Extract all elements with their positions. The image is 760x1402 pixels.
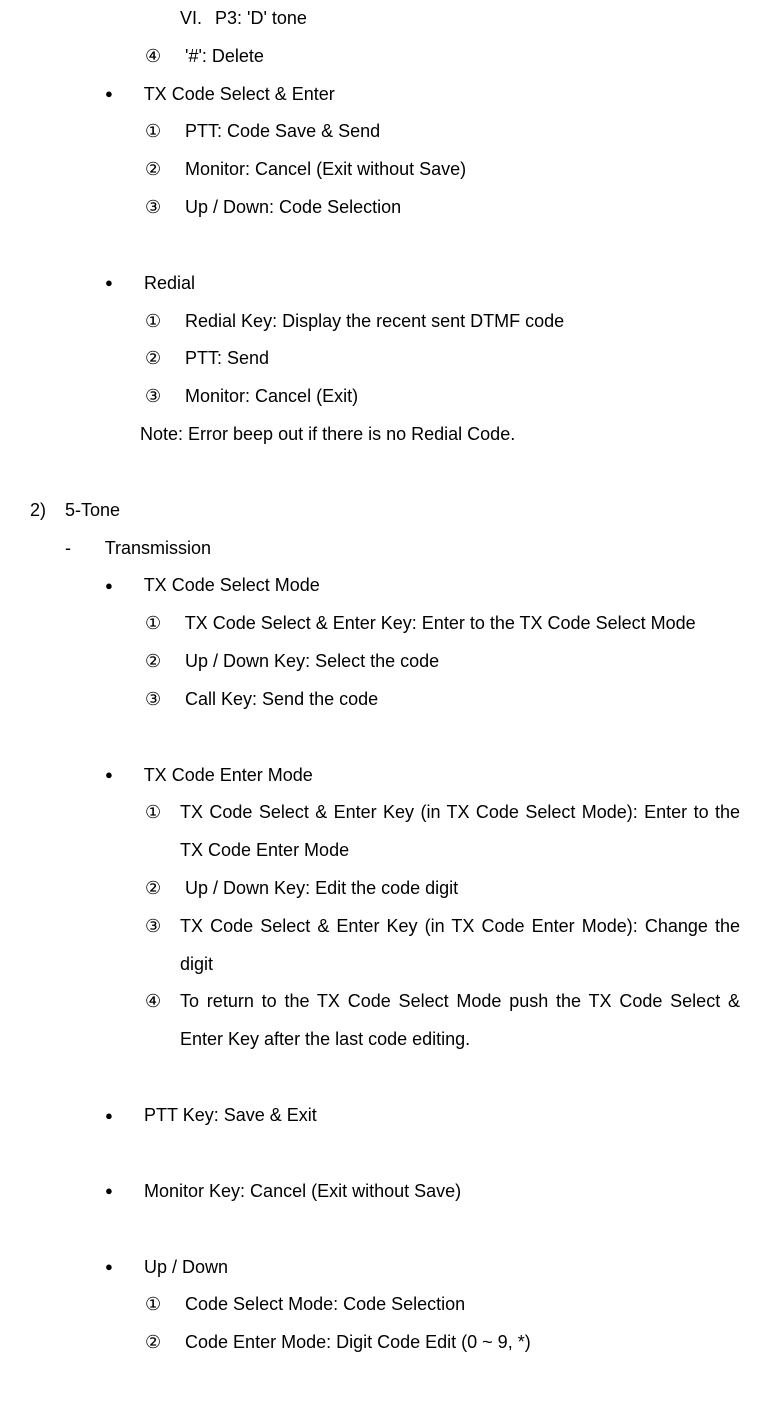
- text: Redial: [144, 273, 195, 293]
- text: To return to the TX Code Select Mode pus…: [180, 983, 740, 1059]
- text: Up / Down Key: Edit the code digit: [185, 878, 458, 898]
- list-item-bullet: ● Up / Down: [20, 1249, 740, 1287]
- list-item-circled: ③ TX Code Select & Enter Key (in TX Code…: [20, 908, 740, 984]
- list-item-circled: ① Code Select Mode: Code Selection: [20, 1286, 740, 1324]
- list-item-bullet: ● TX Code Enter Mode: [20, 757, 740, 795]
- list-item-circled: ③ Monitor: Cancel (Exit): [20, 378, 740, 416]
- spacer: [20, 454, 740, 492]
- bullet-icon: ●: [105, 1102, 139, 1129]
- list-item-circled: ① Redial Key: Display the recent sent DT…: [20, 303, 740, 341]
- list-item-circled: ③ Up / Down: Code Selection: [20, 189, 740, 227]
- text: PTT: Code Save & Send: [185, 121, 380, 141]
- list-item-bullet: ● TX Code Select Mode: [20, 567, 740, 605]
- note-text: Note: Error beep out if there is no Redi…: [20, 416, 740, 454]
- bullet-icon: ●: [105, 80, 139, 107]
- list-item-bullet: ● TX Code Select & Enter: [20, 76, 740, 114]
- marker: 2): [30, 492, 60, 530]
- list-item-circled: ② Monitor: Cancel (Exit without Save): [20, 151, 740, 189]
- marker: ②: [145, 1324, 180, 1362]
- text: Note: Error beep out if there is no Redi…: [140, 424, 515, 444]
- list-item-circled: ④ To return to the TX Code Select Mode p…: [20, 983, 740, 1059]
- bullet-icon: ●: [105, 572, 139, 599]
- marker: ①: [145, 1286, 180, 1324]
- marker: ①: [145, 605, 180, 643]
- list-item-circled: ② PTT: Send: [20, 340, 740, 378]
- marker: ④: [145, 38, 180, 76]
- bullet-icon: ●: [105, 269, 139, 296]
- text: P3: 'D' tone: [215, 8, 307, 28]
- spacer: [20, 719, 740, 757]
- list-item-circled: ① PTT: Code Save & Send: [20, 113, 740, 151]
- text: Monitor Key: Cancel (Exit without Save): [144, 1181, 461, 1201]
- list-item-dash: - Transmission: [20, 530, 740, 568]
- list-item-circled: ① TX Code Select & Enter Key (in TX Code…: [20, 794, 740, 870]
- marker: ②: [145, 340, 180, 378]
- spacer: [20, 1059, 740, 1097]
- marker: -: [65, 530, 100, 568]
- text: TX Code Select Mode: [144, 575, 320, 595]
- marker: ③: [145, 378, 180, 416]
- marker: ①: [145, 113, 180, 151]
- text: TX Code Select & Enter Key (in TX Code E…: [180, 908, 740, 984]
- marker: ③: [145, 189, 180, 227]
- text: PTT: Send: [185, 348, 269, 368]
- list-item-circled: ② Up / Down Key: Edit the code digit: [20, 870, 740, 908]
- text: Up / Down Key: Select the code: [185, 651, 439, 671]
- text: TX Code Select & Enter: [144, 84, 335, 104]
- text: 5-Tone: [65, 500, 120, 520]
- text: Monitor: Cancel (Exit without Save): [185, 159, 466, 179]
- list-item-circled: ① TX Code Select & Enter Key: Enter to t…: [20, 605, 740, 643]
- marker: ③: [145, 681, 180, 719]
- list-item-roman: VI. P3: 'D' tone: [20, 0, 740, 38]
- text: '#': Delete: [185, 46, 264, 66]
- marker: ①: [145, 303, 180, 341]
- text: Transmission: [105, 538, 211, 558]
- spacer: [20, 1135, 740, 1173]
- list-item-bullet: ● Monitor Key: Cancel (Exit without Save…: [20, 1173, 740, 1211]
- spacer: [20, 227, 740, 265]
- marker: ②: [145, 870, 180, 908]
- list-item-numbered: 2) 5-Tone: [20, 492, 740, 530]
- list-item-circled: ② Code Enter Mode: Digit Code Edit (0 ~ …: [20, 1324, 740, 1362]
- text: Call Key: Send the code: [185, 689, 378, 709]
- marker: VI.: [180, 0, 210, 38]
- spacer: [20, 1211, 740, 1249]
- text: PTT Key: Save & Exit: [144, 1105, 317, 1125]
- text: TX Code Select & Enter Key (in TX Code S…: [180, 794, 740, 870]
- marker: ②: [145, 643, 180, 681]
- text: Code Select Mode: Code Selection: [185, 1294, 465, 1314]
- list-item-circled: ③ Call Key: Send the code: [20, 681, 740, 719]
- text: Redial Key: Display the recent sent DTMF…: [185, 311, 564, 331]
- text: TX Code Enter Mode: [144, 765, 313, 785]
- bullet-icon: ●: [105, 761, 139, 788]
- text: Up / Down: [144, 1257, 228, 1277]
- list-item-circled: ② Up / Down Key: Select the code: [20, 643, 740, 681]
- text: Up / Down: Code Selection: [185, 197, 401, 217]
- marker: ②: [145, 151, 180, 189]
- text: TX Code Select & Enter Key: Enter to the…: [185, 613, 696, 633]
- bullet-icon: ●: [105, 1177, 139, 1204]
- list-item-bullet: ● Redial: [20, 265, 740, 303]
- marker: ①: [145, 794, 180, 832]
- marker: ③: [145, 908, 180, 946]
- bullet-icon: ●: [105, 1253, 139, 1280]
- text: Code Enter Mode: Digit Code Edit (0 ~ 9,…: [185, 1332, 531, 1352]
- text: Monitor: Cancel (Exit): [185, 386, 358, 406]
- list-item-circled: ④ '#': Delete: [20, 38, 740, 76]
- marker: ④: [145, 983, 180, 1021]
- list-item-bullet: ● PTT Key: Save & Exit: [20, 1097, 740, 1135]
